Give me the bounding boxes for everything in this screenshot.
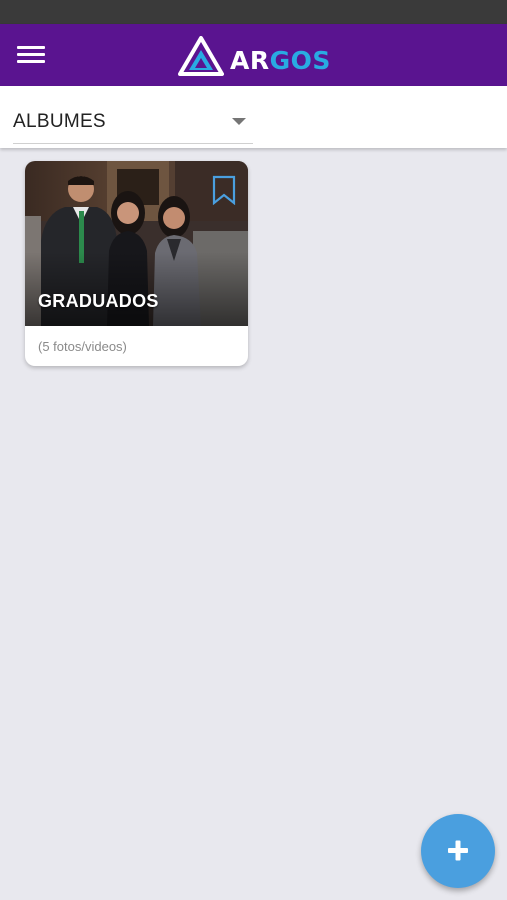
chevron-down-icon — [232, 118, 246, 125]
bookmark-icon[interactable] — [211, 175, 237, 205]
plus-icon — [448, 840, 468, 861]
album-item-count: (5 fotos/videos) — [38, 339, 127, 354]
album-type-select-value: ALBUMES — [13, 111, 106, 132]
logo-text-ar: AR — [230, 46, 270, 75]
status-bar — [0, 0, 507, 24]
app-bar: ARGOS — [0, 24, 507, 86]
logo-mark-icon — [178, 36, 224, 76]
logo-text-gos: GOS — [269, 46, 331, 75]
album-type-select[interactable]: ALBUMES — [13, 106, 253, 144]
filter-bar: ALBUMES — [0, 86, 507, 148]
album-card[interactable]: GRADUADOS (5 fotos/videos) — [25, 161, 248, 366]
album-title: GRADUADOS — [38, 291, 159, 311]
logo-text: ARGOS — [230, 47, 331, 75]
app-logo: ARGOS — [178, 36, 331, 76]
menu-icon[interactable] — [12, 36, 50, 74]
add-album-button[interactable] — [421, 814, 495, 888]
